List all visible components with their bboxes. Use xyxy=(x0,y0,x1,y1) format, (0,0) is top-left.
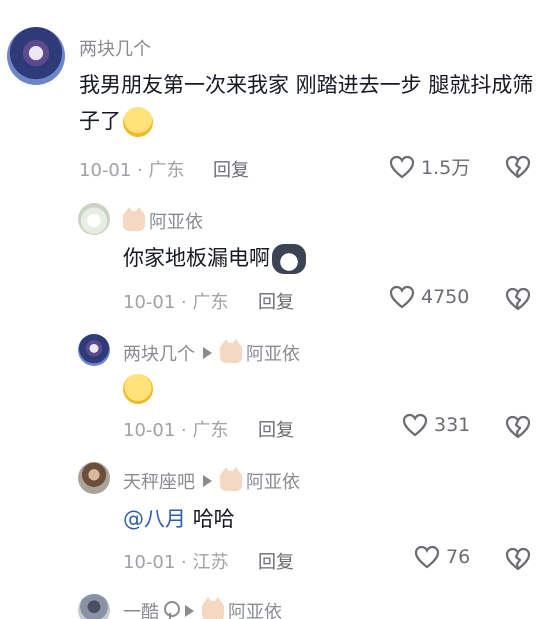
reply-text: 你家地板漏电啊 xyxy=(123,240,306,276)
broken-heart-icon[interactable] xyxy=(505,414,531,440)
comment-date-location: 10-01 · 广东 xyxy=(79,160,185,181)
husky-emoji xyxy=(272,244,306,274)
heart-icon xyxy=(402,413,428,437)
reply-text: @八月 哈哈 xyxy=(123,507,235,531)
cat-icon xyxy=(220,339,242,363)
smiling-face-emoji xyxy=(123,107,153,137)
reply-button[interactable]: 回复 xyxy=(258,416,294,442)
cat-icon xyxy=(202,597,224,619)
cat-icon xyxy=(220,467,242,491)
reply-button[interactable]: 回复 xyxy=(258,548,294,574)
reply-button[interactable]: 回复 xyxy=(213,156,249,182)
reply-button[interactable]: 回复 xyxy=(258,288,294,314)
mention-link[interactable]: @八月 xyxy=(123,507,186,531)
replier-name[interactable]: 一酷 阿亚依 xyxy=(123,597,282,619)
tennis-racket-icon xyxy=(163,601,180,619)
broken-heart-icon[interactable] xyxy=(505,286,531,312)
heart-icon xyxy=(414,545,440,569)
replier-avatar[interactable] xyxy=(78,203,110,235)
reply-arrow-icon xyxy=(185,605,194,617)
like-count: 1.5万 xyxy=(421,157,471,179)
reply-text xyxy=(123,370,153,406)
replier-avatar[interactable] xyxy=(78,462,110,494)
reply-date-location: 10-01 · 广东 xyxy=(123,420,229,441)
reply-date-location: 10-01 · 江苏 xyxy=(123,552,229,573)
broken-heart-icon[interactable] xyxy=(505,154,531,180)
reply-arrow-icon xyxy=(203,347,212,359)
comment-text: 我男朋友第一次来我家 刚踏进去一步 腿就抖成筛子了 xyxy=(79,67,537,139)
replier-name[interactable]: 两块几个 阿亚依 xyxy=(123,339,300,366)
like-count: 76 xyxy=(446,546,471,568)
commenter-name[interactable]: 两块几个 xyxy=(79,35,151,61)
like-button[interactable]: 1.5万 xyxy=(389,153,470,180)
reply-date-location: 10-01 · 广东 xyxy=(123,292,229,313)
broken-heart-icon[interactable] xyxy=(505,546,531,572)
like-count: 331 xyxy=(434,414,471,436)
cat-icon xyxy=(123,207,145,231)
commenter-avatar[interactable] xyxy=(7,27,65,85)
replier-name[interactable]: 天秤座吧 阿亚依 xyxy=(123,467,300,494)
like-count: 4750 xyxy=(421,286,470,308)
replier-name[interactable]: 阿亚依 xyxy=(123,207,203,234)
like-button[interactable]: 4750 xyxy=(389,285,469,309)
reply-arrow-icon xyxy=(203,475,212,487)
thinking-face-emoji xyxy=(123,374,153,404)
like-button[interactable]: 76 xyxy=(414,545,470,569)
heart-icon xyxy=(389,155,415,178)
like-button[interactable]: 331 xyxy=(402,413,470,437)
heart-icon xyxy=(389,285,415,309)
replier-avatar[interactable] xyxy=(78,334,110,366)
replier-avatar[interactable] xyxy=(78,594,110,619)
